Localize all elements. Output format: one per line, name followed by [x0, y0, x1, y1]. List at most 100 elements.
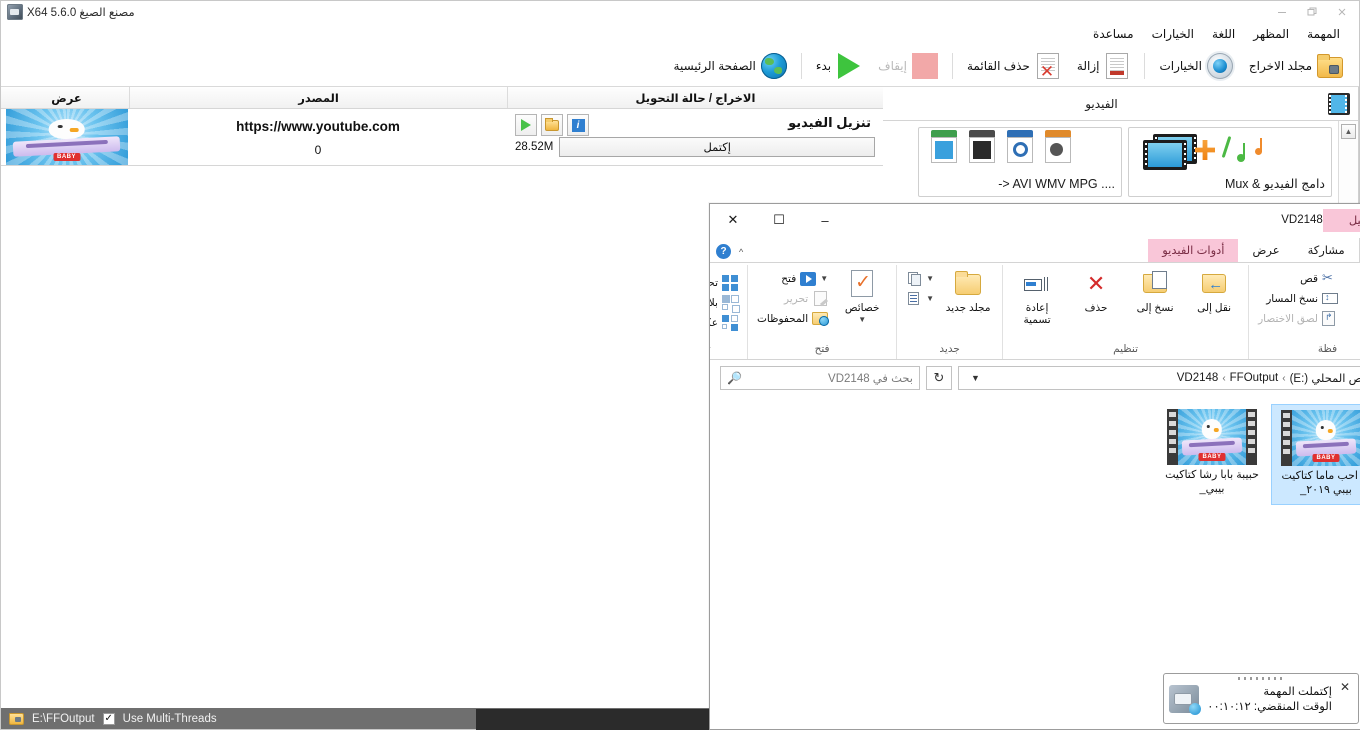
breadcrumb-item-drive[interactable]: القرص المحلي (:E) — [1290, 371, 1360, 385]
toolbar-start-button[interactable]: بدء — [808, 49, 870, 83]
column-header-preview[interactable]: عرض — [4, 87, 129, 108]
rename-button[interactable]: إعادة تسمية — [1009, 268, 1065, 326]
output-folder-icon — [1317, 53, 1343, 78]
new-folder-button[interactable]: مجلد جديد — [940, 268, 996, 314]
copy-path-button[interactable]: نسخ المسار — [1255, 290, 1341, 308]
edit-button[interactable]: تحرير — [754, 290, 831, 308]
cut-button[interactable]: ✂ قص — [1255, 270, 1341, 288]
select-all-label: تحديد الكل — [709, 277, 718, 289]
chevron-down-icon: ▼ — [926, 294, 935, 303]
delete-button[interactable]: ✕ حذف — [1068, 268, 1124, 315]
column-header-source[interactable]: المصدر — [129, 87, 507, 108]
category-header-video[interactable]: الفيديو — [883, 87, 1358, 121]
ribbon-group-clipboard-title: فظة — [1317, 343, 1338, 355]
toolbar-output-folder-label: مجلد الاخراج — [1248, 58, 1312, 73]
select-none-button[interactable]: بلا تحديد — [710, 294, 741, 313]
restore-button[interactable] — [1297, 1, 1327, 23]
list-item[interactable]: BABY حبيبة بابا رشا كتاكيت بيبي_ — [1157, 404, 1267, 505]
open-button[interactable]: ▼ فتح — [754, 270, 831, 288]
file-name: حبيبة بابا رشا كتاكيت بيبي_ — [1165, 469, 1259, 495]
video-file-icon: BABY — [1167, 409, 1257, 465]
tool-card-mux-label: دامج الفيديو & Mux — [1224, 177, 1325, 192]
rename-label: إعادة تسمية — [1023, 302, 1051, 327]
info-button[interactable]: i — [567, 114, 589, 136]
properties-label: خصائص — [844, 302, 880, 314]
breadcrumb-separator: ‹ — [1222, 372, 1226, 384]
table-row[interactable]: تنزيل الفيديو i إكتمل 28.52M https://www… — [1, 109, 883, 166]
invert-selection-icon — [722, 315, 738, 331]
toolbar-stop-button[interactable]: إيقاف — [870, 49, 946, 83]
cell-output: تنزيل الفيديو i إكتمل 28.52M — [507, 109, 883, 165]
chevron-down-icon: ▼ — [820, 274, 829, 283]
search-input[interactable]: بحث في VD2148 🔍 — [720, 366, 920, 390]
menu-item-help[interactable]: مساعدة — [1084, 25, 1143, 43]
category-header-label: الفيديو — [1085, 96, 1118, 111]
paste-shortcut-button[interactable]: لصق الاختصار — [1255, 310, 1341, 328]
explorer-maximize-button[interactable]: ☐ — [756, 205, 802, 235]
open-folder-button[interactable] — [541, 114, 563, 136]
toolbar-home-button[interactable]: الصفحة الرئيسية — [666, 49, 795, 83]
chevron-down-icon[interactable]: ▼ — [965, 373, 980, 383]
explorer-address-row: « القرص المحلي (:E) ‹ FFOutput ‹ VD2148 … — [710, 360, 1360, 396]
mux-icon — [1129, 128, 1331, 174]
column-header-output[interactable]: الاخراج / حالة التحويل — [507, 87, 883, 108]
file-size: 28.52M — [515, 141, 554, 153]
toolbar-remove-button[interactable]: إزالة — [1069, 49, 1139, 83]
clear-list-icon — [1035, 52, 1061, 80]
menu-item-language[interactable]: اللغة — [1203, 25, 1244, 43]
toolbar-options-label: الخيارات — [1159, 58, 1202, 73]
invert-selection-button[interactable]: عكس التحديد — [710, 314, 741, 332]
explorer-close-button[interactable]: ✕ — [710, 205, 756, 235]
tool-card-mux[interactable]: دامج الفيديو & Mux — [1128, 127, 1332, 197]
chevron-up-icon[interactable]: ^ — [739, 247, 743, 257]
toast-grip[interactable] — [1238, 677, 1284, 680]
toolbar-clear-list-button[interactable]: حذف القائمة — [959, 49, 1069, 83]
menu-item-task[interactable]: المهمة — [1298, 25, 1349, 43]
easy-access-button[interactable]: ▼ — [903, 290, 937, 308]
scroll-up-button[interactable]: ▲ — [1341, 124, 1356, 139]
play-icon — [836, 52, 862, 79]
list-item[interactable]: BABY انا احب ماما كتاكيت بيبي ٢٠١٩_ — [1271, 404, 1360, 505]
tool-card-formats[interactable]: -> AVI WMV MPG .... — [918, 127, 1122, 197]
folder-icon — [545, 117, 559, 131]
toolbar-home-label: الصفحة الرئيسية — [673, 58, 756, 73]
play-button[interactable] — [515, 114, 537, 136]
open-label: فتح — [781, 273, 797, 285]
tab-video-tools[interactable]: أدوات الفيديو — [1148, 239, 1239, 262]
history-button[interactable]: المحفوظات — [754, 310, 831, 328]
source-url: https://www.youtube.com — [236, 119, 400, 134]
select-all-button[interactable]: تحديد الكل — [709, 274, 741, 292]
explorer-contextual-tab-top[interactable]: تشغيل — [1322, 208, 1360, 232]
toolbar-output-folder-button[interactable]: مجلد الاخراج — [1241, 49, 1351, 83]
menu-item-options[interactable]: الخيارات — [1143, 25, 1203, 43]
minimize-button[interactable] — [1267, 1, 1297, 23]
copy-to-button[interactable]: نسخ إلى — [1127, 268, 1183, 314]
move-to-button[interactable]: نقل إلى — [1186, 268, 1242, 314]
cell-preview: BABY — [4, 109, 129, 165]
copy-to-label: نسخ إلى — [1136, 302, 1174, 314]
close-icon[interactable]: ✕ — [1340, 678, 1350, 694]
help-icon[interactable]: ? — [716, 244, 731, 259]
multithread-checkbox[interactable]: ✓ — [102, 712, 115, 725]
ribbon-group-clipboard: لصق ✂ قص نسخ المسار لصق الا — [1248, 265, 1360, 359]
toast-body: إكتملت المهمة الوقت المنقضي: ٠٠:١٠:١٢ — [1207, 684, 1332, 713]
menu-item-appearance[interactable]: المظهر — [1244, 25, 1298, 43]
conversion-list-header: الاخراج / حالة التحويل المصدر عرض — [1, 87, 883, 109]
toolbar-remove-label: إزالة — [1076, 58, 1100, 73]
breadcrumb[interactable]: « القرص المحلي (:E) ‹ FFOutput ‹ VD2148 … — [958, 366, 1360, 390]
close-button[interactable] — [1327, 1, 1357, 23]
folder-icon[interactable] — [9, 712, 24, 725]
task-complete-toast: ✕ إكتملت المهمة الوقت المنقضي: ٠٠:١٠:١٢ — [1163, 673, 1359, 724]
explorer-minimize-button[interactable]: – — [802, 205, 848, 235]
toolbar-options-button[interactable]: الخيارات — [1151, 49, 1240, 83]
paste-shortcut-label: لصق الاختصار — [1258, 313, 1318, 325]
paste-button[interactable]: لصق — [1344, 268, 1360, 314]
breadcrumb-item-vd2148[interactable]: VD2148 — [1177, 372, 1219, 384]
breadcrumb-item-ffoutput[interactable]: FFOutput — [1230, 372, 1279, 384]
tab-share[interactable]: مشاركة — [1294, 239, 1359, 262]
tab-view[interactable]: عرض — [1238, 239, 1293, 262]
properties-button[interactable]: خصائص ▼ — [834, 268, 890, 324]
refresh-button[interactable]: ↻ — [926, 366, 952, 390]
chevron-down-icon: ▼ — [926, 274, 935, 283]
new-item-button[interactable]: ▼ — [903, 270, 937, 288]
